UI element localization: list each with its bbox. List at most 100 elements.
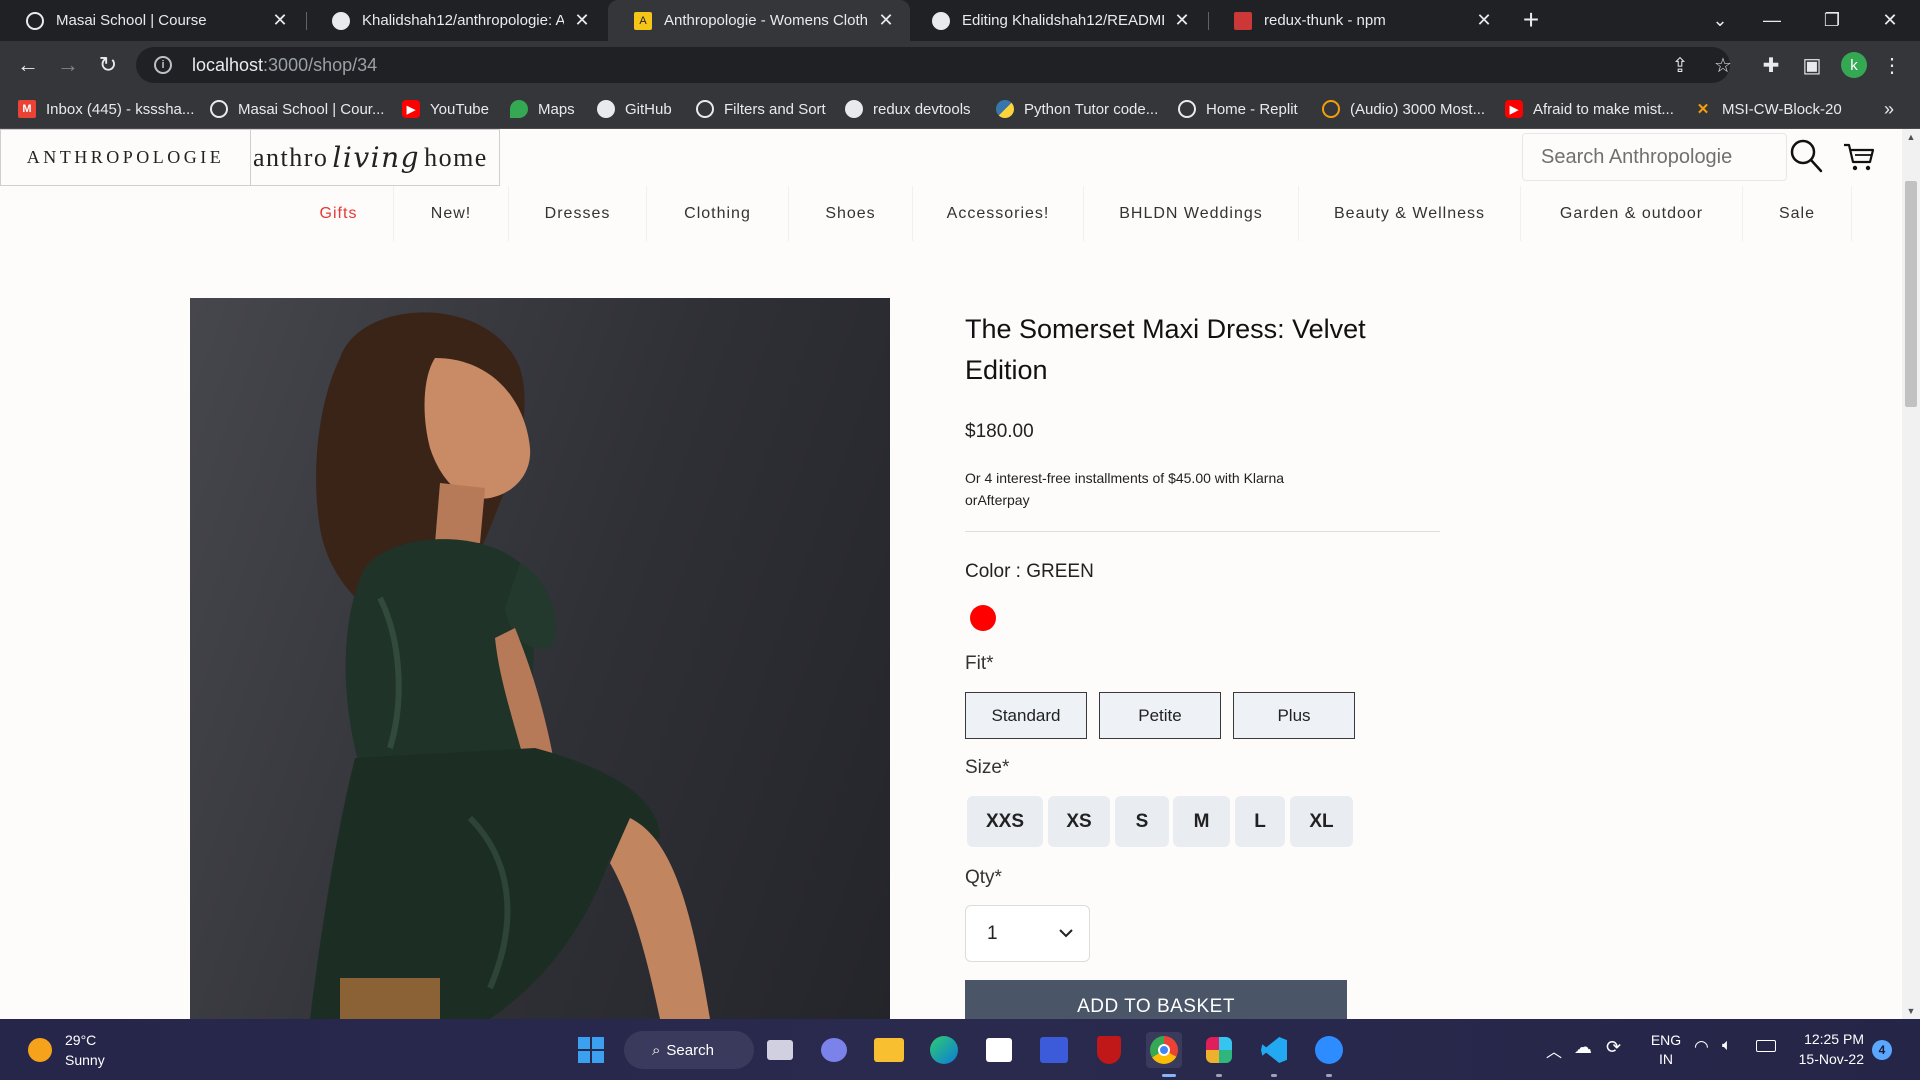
task-view-icon[interactable] xyxy=(762,1032,798,1068)
tab-anthropologie[interactable]: A Anthropologie - Womens Clothin ✕ xyxy=(608,0,910,41)
battery-icon[interactable] xyxy=(1756,1040,1776,1052)
taskbar-search[interactable]: ⌕ Search xyxy=(624,1031,754,1069)
bookmark-label: Inbox (445) - ksssha... xyxy=(46,100,195,118)
weather-temperature[interactable]: 29°C xyxy=(65,1032,96,1048)
bookmark-label: Maps xyxy=(538,100,575,118)
wifi-icon[interactable]: ◠ xyxy=(1694,1037,1709,1057)
microsoft-store-icon[interactable] xyxy=(981,1032,1017,1068)
close-tab-icon[interactable]: ✕ xyxy=(1172,10,1192,31)
forward-button[interactable]: → xyxy=(52,49,84,81)
size-xxs-button[interactable]: XXS xyxy=(967,796,1043,847)
vscode-icon[interactable] xyxy=(1256,1032,1292,1068)
menu-kebab-icon[interactable]: ⋮ xyxy=(1876,49,1908,81)
fit-standard-button[interactable]: Standard xyxy=(965,692,1087,739)
bookmark-filters[interactable]: Filters and Sort xyxy=(696,89,826,129)
nav-dresses[interactable]: Dresses xyxy=(509,186,647,241)
bookmark-github[interactable]: GitHub xyxy=(597,89,672,129)
scroll-down-icon[interactable]: ▼ xyxy=(1902,1003,1920,1019)
restore-button[interactable]: ❐ xyxy=(1802,0,1862,41)
add-to-basket-button[interactable]: ADD TO BASKET xyxy=(965,980,1347,1019)
back-button[interactable]: ← xyxy=(12,49,44,81)
chrome-icon[interactable] xyxy=(1146,1032,1182,1068)
show-hidden-icons-chevron-icon[interactable]: ︿ xyxy=(1546,1038,1562,1062)
reload-button[interactable]: ↻ xyxy=(92,49,124,81)
nav-new[interactable]: New! xyxy=(394,186,509,241)
nav-shoes[interactable]: Shoes xyxy=(789,186,913,241)
size-xs-button[interactable]: XS xyxy=(1048,796,1110,847)
size-s-button[interactable]: S xyxy=(1115,796,1169,847)
nav-gifts[interactable]: Gifts xyxy=(284,186,394,241)
mcafee-icon[interactable] xyxy=(1091,1032,1127,1068)
scroll-up-icon[interactable]: ▲ xyxy=(1902,129,1920,145)
anthropologie-logo[interactable]: ANTHROPOLOGIE xyxy=(0,129,251,186)
language-bottom: IN xyxy=(1659,1051,1673,1067)
tab-github-anthropologie[interactable]: Khalidshah12/anthropologie: Ant ✕ xyxy=(306,0,606,41)
nav-bhldn-weddings[interactable]: BHLDN Weddings xyxy=(1084,186,1299,241)
weather-condition[interactable]: Sunny xyxy=(65,1052,105,1068)
tab-redux-thunk[interactable]: redux-thunk - npm ✕ xyxy=(1208,0,1508,41)
new-tab-button[interactable]: + xyxy=(1516,6,1546,36)
clock[interactable]: 12:25 PM 15-Nov-22 xyxy=(1792,1031,1864,1067)
bookmarks-overflow-button[interactable]: » xyxy=(1884,89,1894,129)
teams-chat-icon[interactable] xyxy=(816,1032,852,1068)
close-tab-icon[interactable]: ✕ xyxy=(1474,10,1494,31)
anthro-living-home-logo[interactable]: anthro living home xyxy=(250,129,500,186)
bookmark-afraid[interactable]: ▶ Afraid to make mist... xyxy=(1505,89,1674,129)
language-indicator[interactable]: ENG IN xyxy=(1646,1032,1686,1067)
tab-masai[interactable]: Masai School | Course ✕ xyxy=(0,0,304,41)
size-m-button[interactable]: M xyxy=(1173,796,1230,847)
cart-icon[interactable] xyxy=(1843,142,1875,172)
file-explorer-icon[interactable] xyxy=(871,1032,907,1068)
color-swatch[interactable] xyxy=(970,605,996,631)
bookmark-star-icon[interactable]: ☆ xyxy=(1705,47,1741,83)
search-icon[interactable] xyxy=(1788,137,1824,175)
bookmark-gmail[interactable]: M Inbox (445) - ksssha... xyxy=(18,89,194,129)
nav-accessories[interactable]: Accessories! xyxy=(913,186,1084,241)
bookmark-masai[interactable]: Masai School | Cour... xyxy=(210,89,384,129)
nav-beauty-wellness[interactable]: Beauty & Wellness xyxy=(1299,186,1521,241)
bookmark-msi[interactable]: ✕ MSI-CW-Block-20 xyxy=(1694,89,1842,129)
product-title: The Somerset Maxi Dress: Velvet Edition xyxy=(965,314,1366,385)
sync-icon[interactable]: ⟳ xyxy=(1606,1037,1621,1058)
onedrive-cloud-icon[interactable]: ☁ xyxy=(1574,1037,1592,1058)
bookmark-replit[interactable]: Home - Replit xyxy=(1178,89,1298,129)
maps-pin-icon xyxy=(510,100,528,118)
search-input[interactable] xyxy=(1541,145,1781,169)
bookmark-python-tutor[interactable]: Python Tutor code... xyxy=(996,89,1158,129)
profile-avatar[interactable]: k xyxy=(1841,52,1867,78)
size-xl-button[interactable]: XL xyxy=(1290,796,1353,847)
address-bar[interactable]: i localhost:3000/shop/34 xyxy=(136,47,1730,83)
volume-icon[interactable]: 🔈︎ xyxy=(1722,1037,1732,1055)
bookmark-redux-devtools[interactable]: redux devtools xyxy=(845,89,971,129)
bookmark-maps[interactable]: Maps xyxy=(510,89,575,129)
share-icon[interactable]: ⇪ xyxy=(1662,47,1698,83)
nav-clothing[interactable]: Clothing xyxy=(647,186,789,241)
scrollbar-thumb[interactable] xyxy=(1905,181,1917,407)
sun-icon[interactable] xyxy=(28,1038,52,1062)
zoom-icon[interactable] xyxy=(1311,1032,1347,1068)
side-panel-icon[interactable]: ▣ xyxy=(1796,49,1828,81)
page-scrollbar[interactable]: ▲ ▼ xyxy=(1902,129,1920,1019)
tab-search-chevron-icon[interactable]: ⌄ xyxy=(1690,0,1750,41)
nav-garden-outdoor[interactable]: Garden & outdoor xyxy=(1521,186,1743,241)
pen-app-icon[interactable] xyxy=(1036,1032,1072,1068)
bookmark-audio[interactable]: (Audio) 3000 Most... xyxy=(1322,89,1485,129)
slack-icon[interactable] xyxy=(1201,1032,1237,1068)
minimize-button[interactable]: — xyxy=(1742,0,1802,41)
start-windows-icon[interactable] xyxy=(573,1032,609,1068)
fit-petite-button[interactable]: Petite xyxy=(1099,692,1221,739)
site-info-icon[interactable]: i xyxy=(154,56,172,74)
edge-icon[interactable] xyxy=(926,1032,962,1068)
close-tab-icon[interactable]: ✕ xyxy=(876,10,896,31)
nav-sale[interactable]: Sale xyxy=(1743,186,1852,241)
tab-github-readme[interactable]: Editing Khalidshah12/README.m ✕ xyxy=(906,0,1206,41)
fit-plus-button[interactable]: Plus xyxy=(1233,692,1355,739)
close-tab-icon[interactable]: ✕ xyxy=(572,10,592,31)
close-window-button[interactable]: ✕ xyxy=(1860,0,1920,41)
qty-select[interactable]: 1 xyxy=(965,905,1090,962)
notification-badge[interactable]: 4 xyxy=(1872,1040,1892,1060)
extensions-icon[interactable]: ✚ xyxy=(1755,49,1787,81)
size-l-button[interactable]: L xyxy=(1235,796,1285,847)
close-tab-icon[interactable]: ✕ xyxy=(270,10,290,31)
bookmark-youtube[interactable]: ▶ YouTube xyxy=(402,89,489,129)
